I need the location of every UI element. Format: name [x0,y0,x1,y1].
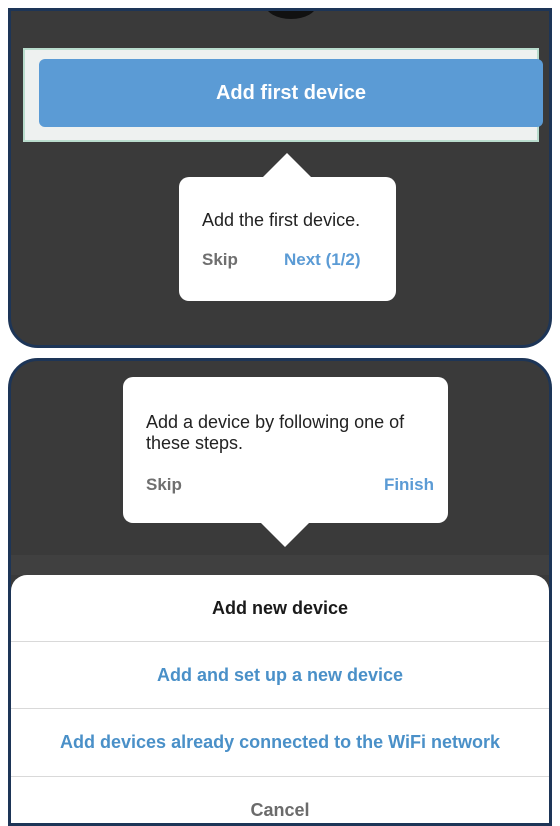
sheet-shadow [11,555,549,575]
bottom-screen-panel: Add a device by following one of these s… [8,358,552,826]
tooltip-arrow [261,523,309,547]
tooltip-message: Add the first device. [202,210,361,230]
tooltip-message: Add a device by following one of these s… [146,412,405,453]
add-wifi-connected-devices-option[interactable]: Add devices already connected to the WiF… [11,709,549,775]
tooltip-arrow [263,153,311,177]
sheet-title: Add new device [211,597,349,618]
add-first-device-button[interactable]: Add first device [39,59,543,127]
camera-notch [265,11,317,19]
top-screen-panel: Add first device Add the first device. S… [8,8,552,348]
add-and-set-up-new-device-option[interactable]: Add and set up a new device [11,642,549,708]
skip-button[interactable]: Skip [146,475,182,495]
next-button[interactable]: Next (1/2) [284,250,361,270]
finish-button[interactable]: Finish [384,475,434,495]
onboarding-tooltip-1: Add the first device. Skip Next (1/2) [179,153,396,301]
skip-button[interactable]: Skip [202,250,238,270]
add-device-action-sheet: Add new device Add and set up a new devi… [11,575,549,823]
onboarding-tooltip-2: Add a device by following one of these s… [123,377,448,547]
